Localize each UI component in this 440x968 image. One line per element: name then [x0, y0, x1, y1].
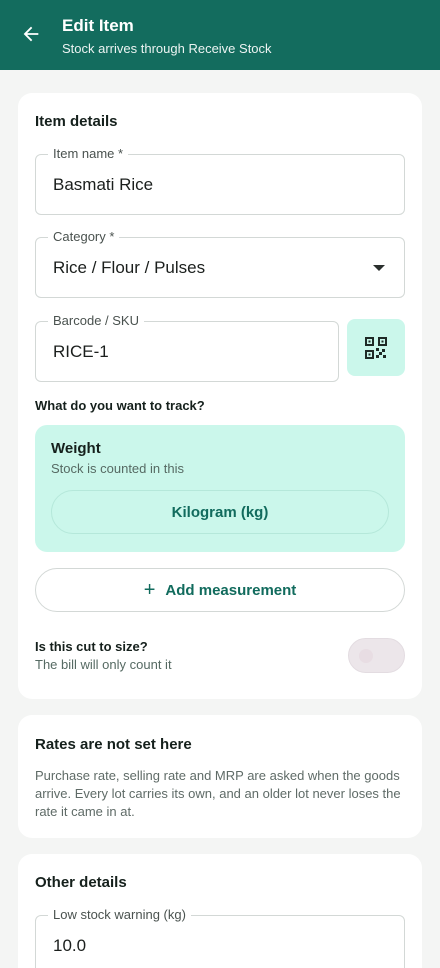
plus-icon: +: [143, 579, 156, 601]
item-details-title: Item details: [35, 113, 118, 130]
back-button[interactable]: [12, 15, 50, 53]
barcode-label: Barcode / SKU: [48, 313, 144, 328]
low-stock-field[interactable]: Low stock warning (kg) 10.0: [35, 907, 405, 968]
low-stock-value: 10.0: [53, 936, 87, 955]
item-name-label: Item name *: [48, 146, 129, 161]
arrow-back-icon: [23, 26, 39, 42]
cut-to-size-subtitle: The bill will only count it: [35, 657, 172, 672]
other-details-card: Other details Low stock warning (kg) 10.…: [18, 854, 422, 968]
caret-down-icon: [373, 265, 385, 271]
track-unit-title: Weight: [51, 440, 101, 457]
track-question: What do you want to track?: [35, 398, 205, 413]
category-label: Category *: [48, 229, 120, 244]
cut-to-size-title: Is this cut to size?: [35, 639, 148, 654]
cut-to-size-toggle[interactable]: [348, 638, 405, 673]
page-title: Edit Item: [62, 16, 134, 35]
rates-notice-card: Rates are not set here Purchase rate, se…: [18, 715, 422, 838]
toggle-knob: [359, 649, 373, 663]
qr-scan-icon: [365, 336, 387, 359]
track-unit-card[interactable]: Weight Stock is counted in this Kilogram…: [35, 425, 405, 552]
category-dropdown[interactable]: Category * Rice / Flour / Pulses: [35, 229, 405, 298]
low-stock-label: Low stock warning (kg): [48, 907, 191, 922]
item-name-value: Basmati Rice: [53, 175, 154, 194]
app-bar: Edit Item Stock arrives through Receive …: [0, 0, 440, 70]
item-details-card: Item details Item name * Basmati Rice Ca…: [18, 93, 422, 699]
other-details-title: Other details: [35, 874, 127, 891]
page-subtitle: Stock arrives through Receive Stock: [62, 41, 272, 56]
add-measurement-label: Add measurement: [165, 581, 297, 599]
category-value: Rice / Flour / Pulses: [53, 258, 206, 277]
item-name-field[interactable]: Item name * Basmati Rice: [35, 146, 405, 215]
barcode-value: RICE-1: [53, 342, 109, 361]
barcode-field[interactable]: Barcode / SKU RICE-1: [35, 313, 339, 382]
unit-selector[interactable]: Kilogram (kg): [51, 490, 389, 534]
rates-notice-title: Rates are not set here: [35, 736, 192, 753]
scan-barcode-button[interactable]: [347, 319, 405, 376]
rates-notice-body: Purchase rate, selling rate and MRP are …: [35, 768, 401, 819]
track-unit-subtitle: Stock is counted in this: [51, 461, 184, 476]
add-measurement-button[interactable]: + Add measurement: [35, 568, 405, 612]
